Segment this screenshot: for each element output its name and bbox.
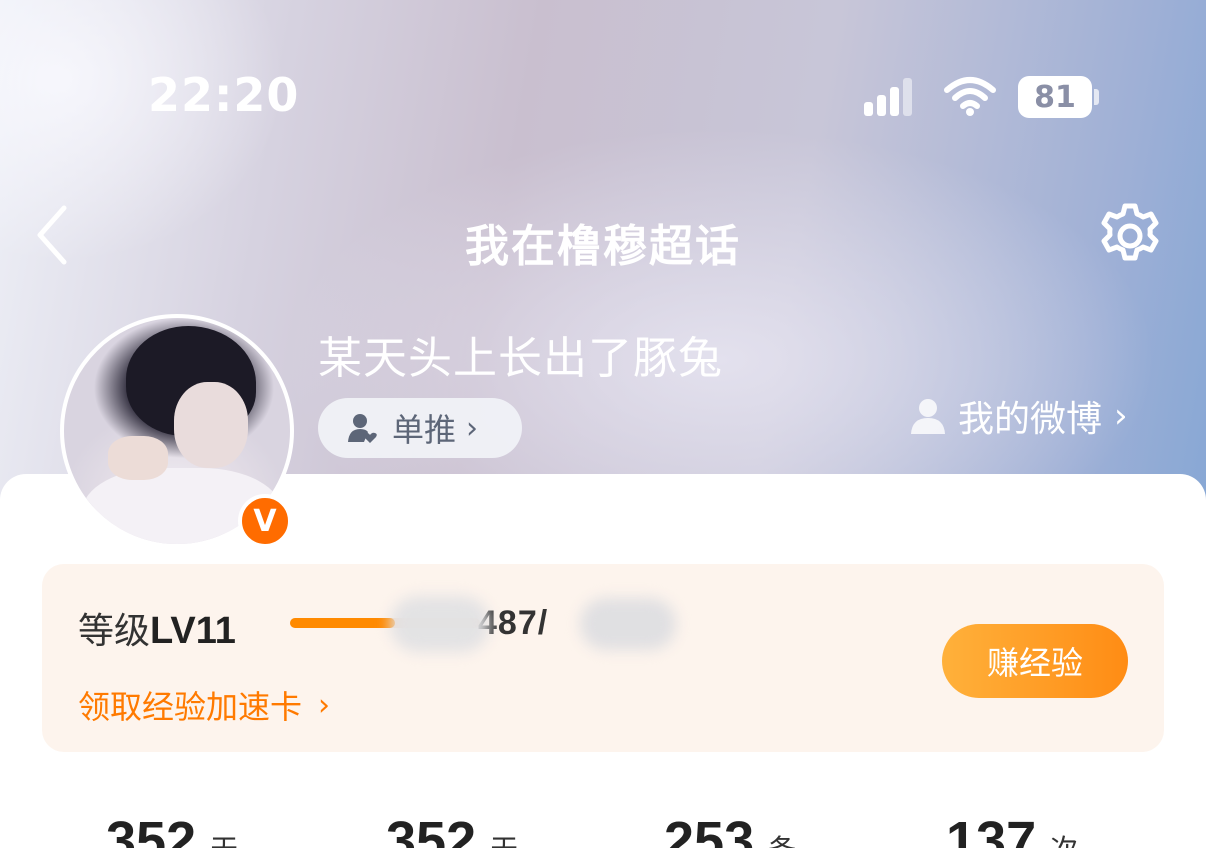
chevron-right-icon: › xyxy=(1114,396,1128,436)
tag-label: 单推 xyxy=(392,411,457,449)
battery-indicator: 81 xyxy=(1018,76,1092,118)
avatar-hand xyxy=(108,436,168,480)
battery-nub xyxy=(1094,89,1099,105)
level-label: 等级LV11 xyxy=(78,602,236,654)
battery-level: 81 xyxy=(1034,79,1076,115)
wifi-icon xyxy=(944,77,996,116)
verified-badge: V xyxy=(238,494,292,548)
chevron-right-icon: › xyxy=(318,687,331,723)
chevron-right-icon: › xyxy=(466,410,479,446)
level-value: LV11 xyxy=(150,610,236,652)
stat-value: 137 xyxy=(946,811,1037,848)
stat-value: 352 xyxy=(386,811,477,848)
level-progress-fill xyxy=(290,618,395,628)
blurred-redaction xyxy=(580,598,676,650)
earn-exp-button[interactable]: 赚经验 xyxy=(942,624,1128,698)
avatar-face xyxy=(174,382,248,468)
stat-item[interactable]: 352 天 xyxy=(386,810,518,848)
my-weibo-link[interactable]: 我的微博 › xyxy=(908,388,1128,444)
level-prefix: 等级 xyxy=(78,611,151,652)
stat-unit: 天 xyxy=(490,828,518,848)
stat-unit: 次 xyxy=(1050,828,1078,848)
gear-icon[interactable] xyxy=(1094,200,1166,272)
status-time: 22:20 xyxy=(148,68,300,122)
boost-label: 领取经验加速卡 xyxy=(78,688,303,726)
stat-item[interactable]: 253 条 xyxy=(664,810,796,848)
cellular-signal-icon xyxy=(864,78,912,116)
tag-button[interactable]: 单推 › xyxy=(318,398,522,458)
page-title: 我在橹穆超话 xyxy=(465,221,741,272)
boost-card-link[interactable]: 领取经验加速卡 › xyxy=(78,682,330,728)
stat-unit: 条 xyxy=(768,828,796,848)
stat-value: 253 xyxy=(664,811,755,848)
my-weibo-label: 我的微博 xyxy=(958,399,1103,440)
stat-unit: 天 xyxy=(210,828,238,848)
username: 某天头上长出了豚兔 xyxy=(318,333,723,384)
stat-item[interactable]: 137 次 xyxy=(946,810,1078,848)
user-icon xyxy=(911,399,945,434)
user-heart-icon xyxy=(348,414,377,443)
blurred-redaction xyxy=(390,596,490,652)
stats-row: 352 天 352 天 253 条 137 次 xyxy=(0,810,1206,848)
stat-item[interactable]: 352 天 xyxy=(106,810,238,848)
stat-value: 352 xyxy=(106,811,197,848)
